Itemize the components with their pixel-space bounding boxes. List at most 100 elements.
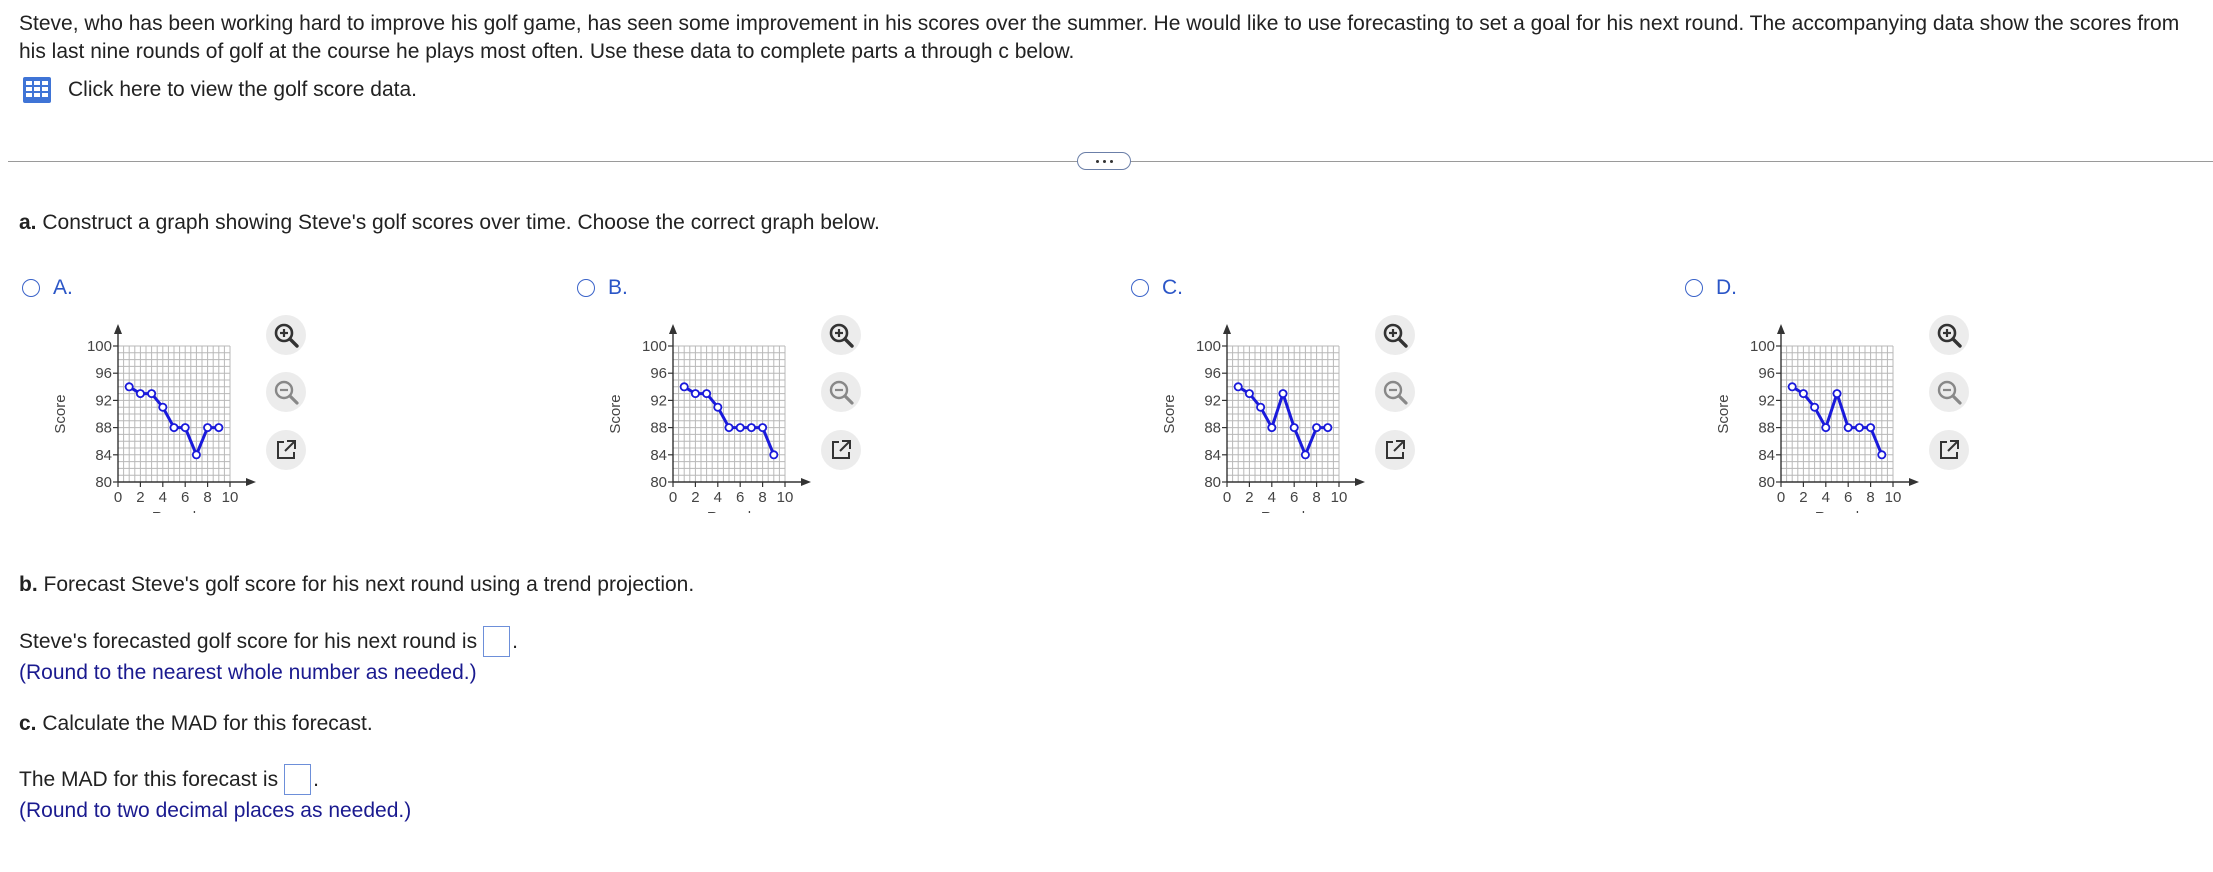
popout-icon[interactable]: [1929, 430, 1969, 470]
x-tick-label: 4: [1268, 489, 1276, 506]
x-tick-label: 6: [736, 489, 744, 506]
data-point: [1256, 402, 1266, 412]
y-tick-label: 92: [95, 392, 112, 409]
option-a-radio[interactable]: [22, 279, 40, 297]
x-tick-label: 0: [669, 489, 677, 506]
data-point: [1854, 423, 1864, 433]
zoom-out-icon[interactable]: [821, 372, 861, 412]
x-tick-label: 10: [1331, 489, 1348, 506]
x-tick-label: 10: [222, 489, 239, 506]
option-b-letter: B.: [608, 276, 628, 299]
part-a-question: a. Construct a graph showing Steve's gol…: [19, 211, 880, 234]
data-point: [724, 423, 734, 433]
data-point: [180, 423, 190, 433]
view-data-link[interactable]: Click here to view the golf score data.: [22, 76, 417, 104]
y-tick-label: 88: [650, 420, 667, 437]
x-axis-arrow: [801, 478, 811, 486]
option-c[interactable]: C. 80 84 88 92 96 100 02468 10 Round Score: [1129, 275, 1649, 535]
option-a-letter: A.: [53, 276, 73, 299]
option-b-radio[interactable]: [577, 279, 595, 297]
data-point: [1312, 423, 1322, 433]
option-d-chart: 80 84 88 92 96 100 02468 10 Round Score: [1715, 324, 1919, 513]
option-b[interactable]: B. 80 84 88 92 96 100 02468 10 Round Score: [575, 275, 1095, 535]
popout-icon[interactable]: [1375, 430, 1415, 470]
x-axis-label: Round: [152, 509, 196, 513]
x-tick-label: 0: [1223, 489, 1231, 506]
option-d-radio[interactable]: [1685, 279, 1703, 297]
expand-button[interactable]: [1077, 152, 1131, 170]
part-b-answer-line: Steve's forecasted golf score for his ne…: [19, 626, 518, 657]
x-tick-label: 6: [1844, 489, 1852, 506]
y-axis-label: Score: [1161, 394, 1178, 433]
x-tick-label: 0: [1777, 489, 1785, 506]
y-tick-label: 96: [95, 365, 112, 382]
intro-text: Steve, who has been working hard to impr…: [19, 12, 2180, 63]
y-tick-label: 84: [1204, 447, 1221, 464]
mad-answer-input[interactable]: [284, 764, 312, 795]
y-tick-label: 100: [1750, 338, 1775, 355]
part-c-answer-line: The MAD for this forecast is .: [19, 764, 319, 795]
x-tick-label: 4: [159, 489, 167, 506]
y-tick-label: 88: [95, 420, 112, 437]
option-a-chart: 80 84 88 92 96 100 02468 10 Round Score: [52, 324, 256, 513]
x-axis-label: Round: [707, 509, 751, 513]
y-tick-label: 80: [1758, 474, 1775, 491]
data-point: [1843, 423, 1853, 433]
ellipsis-icon: [1095, 159, 1099, 163]
view-data-label[interactable]: Click here to view the golf score data.: [68, 78, 417, 102]
part-b-question: b. Forecast Steve's golf score for his n…: [19, 573, 695, 596]
data-point: [1278, 389, 1288, 399]
zoom-in-icon[interactable]: [1375, 315, 1415, 355]
data-point: [124, 382, 134, 392]
zoom-out-icon[interactable]: [1929, 372, 1969, 412]
data-point: [1300, 450, 1310, 460]
x-tick-label: 4: [1822, 489, 1830, 506]
data-point: [690, 389, 700, 399]
y-tick-label: 88: [1204, 420, 1221, 437]
forecast-answer-input[interactable]: [483, 626, 511, 657]
data-point: [1866, 423, 1876, 433]
zoom-in-icon[interactable]: [821, 315, 861, 355]
data-point: [1787, 382, 1797, 392]
option-c-chart: 80 84 88 92 96 100 02468 10 Round Score: [1161, 324, 1365, 513]
option-c-letter: C.: [1162, 276, 1183, 299]
x-tick-label: 8: [758, 489, 766, 506]
y-tick-label: 80: [95, 474, 112, 491]
data-point: [147, 389, 157, 399]
x-axis-arrow: [1909, 478, 1919, 486]
data-point: [191, 450, 201, 460]
y-axis-label: Score: [52, 394, 69, 433]
data-point: [746, 423, 756, 433]
y-tick-label: 100: [1196, 338, 1221, 355]
x-tick-label: 8: [1866, 489, 1874, 506]
option-c-radio[interactable]: [1131, 279, 1149, 297]
zoom-out-icon[interactable]: [1375, 372, 1415, 412]
y-tick-label: 96: [1204, 365, 1221, 382]
zoom-out-icon[interactable]: [266, 372, 306, 412]
y-tick-label: 100: [642, 338, 667, 355]
data-point: [1832, 389, 1842, 399]
y-tick-label: 84: [650, 447, 667, 464]
option-d-letter: D.: [1716, 276, 1737, 299]
y-tick-label: 88: [1758, 420, 1775, 437]
x-tick-label: 10: [777, 489, 794, 506]
data-point: [702, 389, 712, 399]
table-icon: [23, 77, 51, 103]
data-point: [1323, 423, 1333, 433]
zoom-in-icon[interactable]: [266, 315, 306, 355]
y-tick-label: 96: [650, 365, 667, 382]
option-d[interactable]: D. 80 84 88 92 96 100 02468 10 Round Score: [1683, 275, 2203, 535]
data-point: [203, 423, 213, 433]
y-tick-label: 100: [87, 338, 112, 355]
data-point: [1233, 382, 1243, 392]
zoom-in-icon[interactable]: [1929, 315, 1969, 355]
data-point: [1244, 389, 1254, 399]
x-tick-label: 6: [1290, 489, 1298, 506]
y-tick-label: 96: [1758, 365, 1775, 382]
popout-icon[interactable]: [266, 430, 306, 470]
option-a[interactable]: A. 80 84 88 92 96 100 02468 10 Round Score: [20, 275, 540, 535]
y-tick-label: 80: [650, 474, 667, 491]
popout-icon[interactable]: [821, 430, 861, 470]
data-point: [1821, 423, 1831, 433]
data-point: [769, 450, 779, 460]
